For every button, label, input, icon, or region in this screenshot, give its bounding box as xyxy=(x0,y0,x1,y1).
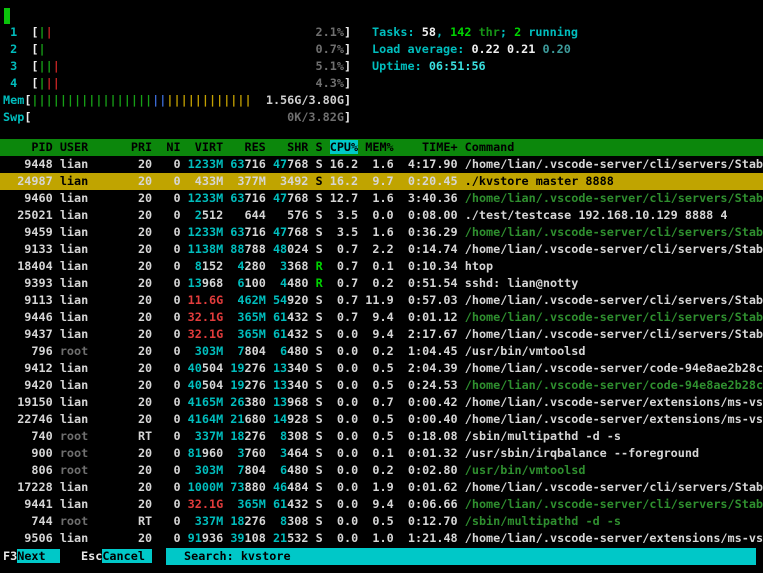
process-row[interactable]: 18404 lian 20 0 8152 4280 3368 R 0.7 0.1… xyxy=(0,258,763,275)
process-row[interactable]: 796 root 20 0 303M 7804 6480 S 0.0 0.2 1… xyxy=(0,343,763,360)
esc-cancel-button[interactable]: Cancel xyxy=(102,549,152,563)
process-row[interactable]: 806 root 20 0 303M 7804 6480 S 0.0 0.2 0… xyxy=(0,462,763,479)
process-row[interactable]: 900 root 20 0 81960 3760 3464 S 0.0 0.1 … xyxy=(0,445,763,462)
process-row[interactable]: 9420 lian 20 0 40504 19276 13340 S 0.0 0… xyxy=(0,377,763,394)
process-row[interactable]: 9393 lian 20 0 13968 6100 4480 R 0.7 0.2… xyxy=(0,275,763,292)
process-row[interactable]: 9460 lian 20 0 1233M 63716 47768 S 12.7 … xyxy=(0,190,763,207)
process-row[interactable]: 9448 lian 20 0 1233M 63716 47768 S 16.2 … xyxy=(0,156,763,173)
search-value: kvstore xyxy=(241,549,291,563)
process-table-header[interactable]: PID USER PRI NI VIRT RES SHR S CPU% MEM%… xyxy=(0,139,763,156)
process-row[interactable]: 9437 lian 20 0 32.1G 365M 61432 S 0.0 9.… xyxy=(0,326,763,343)
f3-next-button[interactable]: Next xyxy=(17,549,60,563)
htop-terminal: 1 [|| 2.1%] 2 [| 0.7%] 3 [||| 5.1%] 4 [|… xyxy=(0,0,763,573)
cpu-meter-4: 4 [||| 4.3%] xyxy=(0,75,763,92)
process-row[interactable]: 24987 lian 20 0 433M 377M 3492 S 16.2 9.… xyxy=(0,173,763,190)
esc-key-label: Esc xyxy=(81,549,102,563)
swap-meter: Swp[ 0K/3.82G] xyxy=(0,109,763,126)
process-row[interactable]: 9506 lian 20 0 91936 39108 21532 S 0.0 1… xyxy=(0,530,763,547)
process-row[interactable]: 9441 lian 20 0 32.1G 365M 61432 S 0.0 9.… xyxy=(0,496,763,513)
tasks-summary: Tasks: 58, 142 thr; 2 running xyxy=(372,24,763,41)
uptime: Uptime: 06:51:56 xyxy=(372,58,763,75)
search-label: Search: xyxy=(184,549,241,563)
process-row[interactable]: 9113 lian 20 0 11.6G 462M 54920 S 0.7 11… xyxy=(0,292,763,309)
process-row[interactable]: 17228 lian 20 0 1000M 73880 46484 S 0.0 … xyxy=(0,479,763,496)
esc-group: EscCancel xyxy=(81,548,152,565)
process-row[interactable]: 9412 lian 20 0 40504 19276 13340 S 0.0 0… xyxy=(0,360,763,377)
search-input[interactable]: Search: kvstore xyxy=(166,548,756,565)
memory-meter: Mem[||||||||||||||||||||||||||||||| 1.56… xyxy=(0,92,763,109)
process-row[interactable]: 25021 lian 20 0 2512 644 576 S 3.5 0.0 0… xyxy=(0,207,763,224)
process-row[interactable]: 9459 lian 20 0 1233M 63716 47768 S 3.5 1… xyxy=(0,224,763,241)
f3-key-label: F3 xyxy=(3,549,17,563)
sort-column-cpu[interactable]: CPU% xyxy=(330,140,358,154)
load-average: Load average: 0.22 0.21 0.20 xyxy=(372,41,763,58)
process-row[interactable]: 744 root RT 0 337M 18276 8308 S 0.0 0.5 … xyxy=(0,513,763,530)
process-row[interactable]: 22746 lian 20 0 4164M 21680 14928 S 0.0 … xyxy=(0,411,763,428)
cursor-block xyxy=(4,8,10,24)
process-row[interactable]: 740 root RT 0 337M 18276 8308 S 0.0 0.5 … xyxy=(0,428,763,445)
process-row[interactable]: 19150 lian 20 0 4165M 26380 13968 S 0.0 … xyxy=(0,394,763,411)
function-bar: F3Next xyxy=(3,548,60,565)
process-row[interactable]: 9446 lian 20 0 32.1G 365M 61432 S 0.7 9.… xyxy=(0,309,763,326)
process-row[interactable]: 9133 lian 20 0 1138M 88788 48024 S 0.7 2… xyxy=(0,241,763,258)
